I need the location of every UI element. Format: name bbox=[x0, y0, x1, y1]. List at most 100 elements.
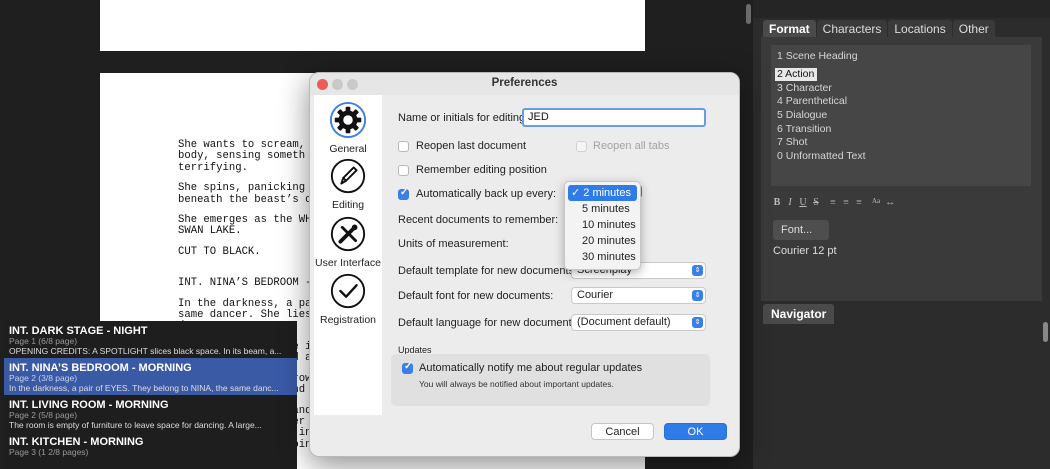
backup-interval-label: 2 minutes bbox=[583, 187, 631, 199]
pencil-icon bbox=[330, 158, 366, 194]
template-label: Default template for new documents: bbox=[398, 265, 578, 277]
sidebar-item-editing[interactable]: Editing bbox=[314, 157, 382, 211]
align-center-button[interactable]: ≡ bbox=[842, 197, 850, 208]
tab-format[interactable]: Format bbox=[763, 20, 816, 37]
script-page-previous bbox=[100, 0, 645, 51]
gear-icon bbox=[329, 101, 367, 139]
tab-locations[interactable]: Locations bbox=[888, 20, 952, 37]
align-right-button[interactable]: ≡ bbox=[855, 197, 863, 208]
italic-button[interactable]: I bbox=[786, 197, 794, 208]
tab-other[interactable]: Other bbox=[952, 20, 995, 37]
backup-interval-label: 20 minutes bbox=[582, 235, 636, 247]
bold-button[interactable]: B bbox=[773, 197, 781, 208]
navigator-item[interactable]: INT. LIVING ROOM - MORNING Page 2 (5/8 pa… bbox=[4, 395, 297, 432]
spacing-button[interactable]: ↔ bbox=[885, 197, 895, 208]
element-type-item[interactable]: 6 Transition bbox=[775, 123, 1027, 137]
default-font-value: Courier bbox=[577, 289, 614, 301]
remember-position-label: Remember editing position bbox=[416, 164, 547, 176]
preferences-sidebar: General Editing User Interface Registrat… bbox=[314, 95, 382, 415]
reopen-all-tabs-label: Reopen all tabs bbox=[593, 140, 670, 152]
checkmark-icon: ✓ bbox=[571, 187, 584, 199]
backup-interval-label: 10 minutes bbox=[582, 219, 636, 231]
chevron-updown-icon: ⇕ bbox=[692, 290, 703, 301]
general-preferences-content: Name or initials for editing: JED Reopen… bbox=[382, 95, 739, 456]
tab-navigator[interactable]: Navigator bbox=[763, 304, 835, 324]
navigator-item[interactable]: INT. NINA’S BEDROOM - MORNING Page 2 (3/8… bbox=[4, 358, 297, 395]
scene-summary: In the darkness, a pair of EYES. They be… bbox=[9, 383, 279, 393]
element-type-item[interactable]: 7 Shot bbox=[775, 136, 1027, 150]
ok-button[interactable]: OK bbox=[664, 423, 727, 440]
dialog-titlebar[interactable]: Preferences bbox=[310, 73, 739, 95]
scene-summary: The room is empty of furniture to leave … bbox=[9, 420, 262, 430]
element-type-item[interactable]: 2 Action bbox=[775, 67, 818, 82]
units-label: Units of measurement: bbox=[398, 238, 509, 250]
style-buttons-row: B I U S ≡ ≡ ≡ Aa ↔ bbox=[773, 197, 896, 208]
scene-page-info: Page 1 (6/8 page) bbox=[9, 336, 78, 346]
backup-interval-label: 30 minutes bbox=[582, 251, 636, 263]
inspector-panel: Format Characters Locations Other 1 Scen… bbox=[753, 0, 1050, 469]
default-language-value: (Document default) bbox=[577, 316, 671, 328]
scene-summary: OPENING CREDITS: A SPOTLIGHT slices blac… bbox=[9, 346, 282, 356]
chevron-updown-icon: ⇕ bbox=[692, 265, 703, 276]
notify-updates-checkbox[interactable] bbox=[402, 361, 413, 374]
element-type-item[interactable]: 5 Dialogue bbox=[775, 109, 1027, 123]
auto-backup-label: Automatically back up every: bbox=[416, 188, 557, 200]
remember-position-checkbox[interactable] bbox=[398, 165, 409, 176]
text-case-button[interactable]: Aa bbox=[872, 197, 880, 208]
initials-input[interactable]: JED bbox=[522, 108, 706, 127]
backup-interval-option[interactable]: 30 minutes bbox=[568, 249, 637, 265]
element-type-item[interactable]: 0 Unformatted Text bbox=[775, 150, 1027, 164]
auto-backup-checkbox[interactable] bbox=[398, 187, 409, 200]
tools-icon bbox=[330, 216, 366, 252]
backup-interval-menu[interactable]: ✓ 2 minutes 5 minutes 10 minutes 20 minutes… bbox=[564, 181, 641, 270]
scene-page-info: Page 2 (3/8 page) bbox=[9, 373, 78, 383]
checkmark-icon bbox=[330, 273, 366, 309]
backup-interval-option[interactable]: 20 minutes bbox=[568, 233, 637, 249]
element-type-item[interactable]: 3 Character bbox=[775, 82, 1027, 96]
preferences-dialog: Preferences General Editing User Interfa… bbox=[309, 72, 740, 457]
navigator-list[interactable]: INT. DARK STAGE - NIGHT Page 1 (6/8 page)… bbox=[4, 321, 297, 469]
font-button[interactable]: Font... bbox=[773, 220, 829, 240]
default-language-popup[interactable]: (Document default) ⇕ bbox=[571, 314, 706, 331]
navigator-scrollbar[interactable] bbox=[1043, 322, 1048, 342]
sidebar-label-editing: Editing bbox=[331, 199, 365, 211]
default-font-popup[interactable]: Courier ⇕ bbox=[571, 287, 706, 304]
default-font-label: Default font for new documents: bbox=[398, 290, 554, 302]
initials-label: Name or initials for editing: bbox=[398, 112, 529, 124]
backup-interval-label: 5 minutes bbox=[582, 203, 630, 215]
chevron-updown-icon: ⇕ bbox=[692, 317, 703, 328]
element-type-item[interactable]: 1 Scene Heading bbox=[775, 50, 1027, 64]
sidebar-label-registration: Registration bbox=[319, 314, 377, 326]
sidebar-item-general[interactable]: General bbox=[314, 101, 382, 155]
sidebar-item-user-interface[interactable]: User Interface bbox=[314, 215, 382, 269]
notify-updates-label: Automatically notify me about regular up… bbox=[419, 362, 643, 374]
sidebar-label-user-interface: User Interface bbox=[315, 257, 381, 269]
strikethrough-button[interactable]: S bbox=[812, 197, 820, 208]
tab-characters[interactable]: Characters bbox=[816, 20, 888, 37]
align-left-button[interactable]: ≡ bbox=[829, 197, 837, 208]
font-name-label: Courier 12 pt bbox=[773, 245, 837, 257]
updates-group: Automatically notify me about regular up… bbox=[391, 354, 710, 406]
inspector-header bbox=[753, 0, 1050, 18]
navigator-item[interactable]: INT. KITCHEN - MORNING Page 3 (1 2/8 page… bbox=[4, 432, 297, 469]
format-panel: 1 Scene Heading 2 Action 3 Character 4 Pare… bbox=[761, 37, 1042, 301]
backup-interval-option[interactable]: 10 minutes bbox=[568, 217, 637, 233]
scene-page-info: Page 3 (1 2/8 pages) bbox=[9, 447, 89, 457]
element-type-list[interactable]: 1 Scene Heading 2 Action 3 Character 4 Pare… bbox=[771, 45, 1031, 186]
navigator-item[interactable]: INT. DARK STAGE - NIGHT Page 1 (6/8 page)… bbox=[4, 321, 297, 358]
editor-scrollbar[interactable] bbox=[746, 4, 751, 24]
reopen-last-label: Reopen last document bbox=[416, 140, 527, 152]
reopen-last-checkbox[interactable] bbox=[398, 141, 409, 152]
backup-interval-option[interactable]: ✓ 2 minutes bbox=[568, 185, 637, 201]
backup-interval-option[interactable]: 5 minutes bbox=[568, 201, 637, 217]
cancel-button[interactable]: Cancel bbox=[591, 423, 654, 440]
underline-button[interactable]: U bbox=[799, 197, 807, 208]
notify-updates-hint: You will always be notified about import… bbox=[419, 379, 614, 389]
dialog-title: Preferences bbox=[491, 77, 558, 89]
reopen-all-tabs-checkbox bbox=[576, 141, 587, 152]
element-type-item[interactable]: 4 Parenthetical bbox=[775, 95, 1027, 109]
scene-page-info: Page 2 (5/8 page) bbox=[9, 410, 78, 420]
sidebar-item-registration[interactable]: Registration bbox=[314, 272, 382, 326]
default-language-label: Default language for new documents: bbox=[398, 317, 581, 329]
sidebar-label-general: General bbox=[329, 143, 367, 155]
